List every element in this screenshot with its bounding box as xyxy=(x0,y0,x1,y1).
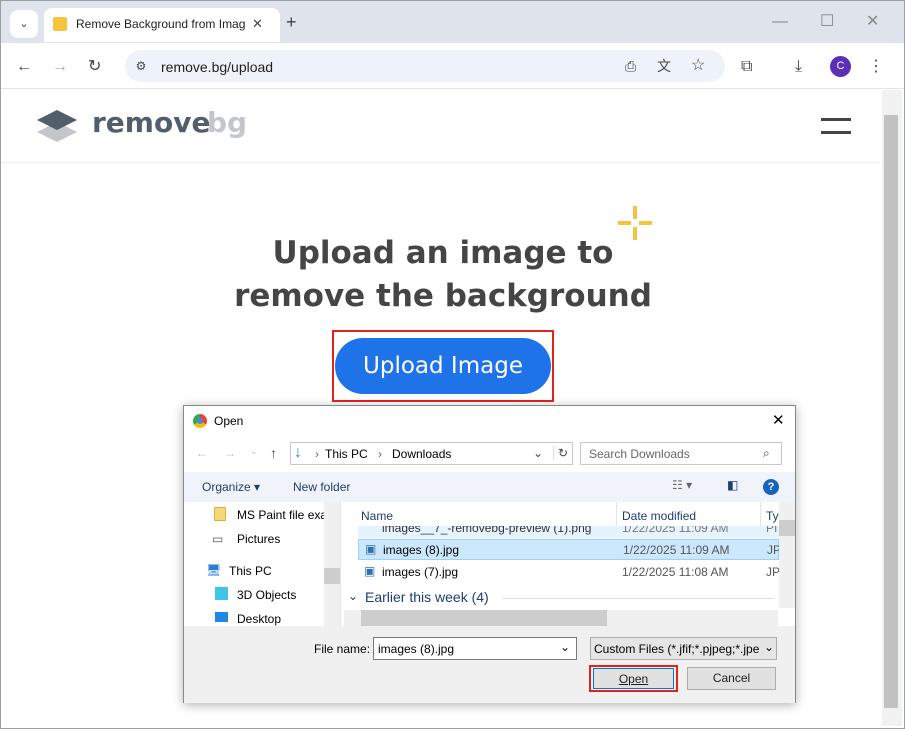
dialog-title: Open xyxy=(214,414,244,428)
nav-item-desktop[interactable]: Desktop xyxy=(237,612,281,626)
file-row[interactable]: ▣ images (7).jpg 1/22/2025 11:08 AM JP xyxy=(358,561,780,582)
path-bar[interactable]: ↓ › This PC › Downloads ⌄ ↻ xyxy=(290,442,573,465)
up-folder-icon[interactable]: ↑ xyxy=(270,445,277,461)
removebg-logo-icon xyxy=(37,110,77,142)
search-icon: ⌕ xyxy=(763,446,770,460)
logo-text-bg: bg xyxy=(207,106,248,139)
column-type[interactable]: Ty xyxy=(766,509,779,523)
page-scrollbar-thumb[interactable] xyxy=(884,115,898,708)
group-chevron-icon[interactable]: ⌄ xyxy=(348,589,358,603)
avatar[interactable]: C xyxy=(830,56,851,77)
chrome-icon xyxy=(193,414,207,428)
downloads-arrow-icon: ↓ xyxy=(294,444,302,461)
path-dropdown-icon[interactable]: ⌄ xyxy=(533,446,543,460)
breadcrumb-downloads[interactable]: Downloads xyxy=(392,447,451,461)
nav-back-icon[interactable]: ← xyxy=(196,446,208,460)
close-window-icon[interactable]: ✕ xyxy=(866,12,879,32)
open-file-dialog: Open ✕ ← → ⌄ ↑ ↓ › This PC › Downloads ⌄… xyxy=(183,405,796,703)
page-title: Upload an image to remove the background xyxy=(234,235,652,314)
column-name[interactable]: Name xyxy=(361,509,393,523)
folder-icon xyxy=(214,507,226,521)
nav-scrollbar[interactable] xyxy=(324,502,340,626)
file-name-input[interactable]: images (8).jpg ⌄ xyxy=(373,637,577,660)
file-row[interactable]: images__7_-removebg-preview (1).png 1/22… xyxy=(358,526,779,538)
search-placeholder: Search Downloads xyxy=(589,447,690,461)
bookmark-star-icon[interactable]: ☆ xyxy=(691,56,705,76)
help-icon[interactable]: ? xyxy=(763,479,779,495)
nav-item-3d-objects[interactable]: 3D Objects xyxy=(237,588,296,602)
path-separator: › xyxy=(378,447,382,461)
new-tab-icon[interactable]: + xyxy=(286,12,297,32)
tab-active[interactable]: Remove Background from Imag ✕ xyxy=(44,8,280,42)
group-header[interactable]: Earlier this week (4) xyxy=(365,589,489,605)
file-name-label: File name: xyxy=(314,642,371,656)
reload-icon[interactable]: ↻ xyxy=(88,57,101,77)
pictures-icon: ▭ xyxy=(212,532,224,546)
nav-forward-icon[interactable]: → xyxy=(224,446,236,460)
file-row-selected[interactable]: ▣ images (8).jpg 1/22/2025 11:09 AM JP xyxy=(358,539,781,560)
file-list-vscroll[interactable] xyxy=(779,502,795,608)
search-downloads-input[interactable]: Search Downloads ⌕ xyxy=(580,442,782,465)
menu-kebab-icon[interactable]: ⋮ xyxy=(868,57,884,77)
nav-item-ms-paint[interactable]: MS Paint file exa xyxy=(237,508,327,522)
close-tab-icon[interactable]: ✕ xyxy=(252,14,263,34)
view-options-icon[interactable]: ☷ ▾ xyxy=(672,478,692,492)
cancel-button[interactable]: Cancel xyxy=(687,667,776,690)
nav-item-pictures[interactable]: Pictures xyxy=(237,532,280,546)
address-bar[interactable]: ⚙ remove.bg/upload ⎙ 文 ☆ xyxy=(125,50,725,82)
image-file-icon: ▣ xyxy=(364,564,376,578)
site-info-icon[interactable]: ⚙ xyxy=(131,56,151,76)
refresh-icon[interactable]: ↻ xyxy=(553,446,568,460)
tab-search-button[interactable]: ⌄ xyxy=(10,10,38,38)
computer-icon: 🖥 xyxy=(206,563,222,577)
desktop-icon xyxy=(215,612,228,622)
hamburger-menu-icon[interactable] xyxy=(821,118,851,134)
command-bar xyxy=(184,472,795,502)
downloads-icon[interactable]: ⤓ xyxy=(795,57,802,77)
url-text: remove.bg/upload xyxy=(161,59,274,75)
install-app-icon[interactable]: ⎙ xyxy=(625,56,636,76)
translate-icon[interactable]: 文 xyxy=(657,56,671,76)
minimize-icon[interactable]: — xyxy=(772,12,788,32)
tab-title: Remove Background from Imag xyxy=(76,17,246,31)
preview-pane-icon[interactable]: ◧ xyxy=(727,478,738,492)
file-type-select[interactable]: Custom Files (*.jfif;*.pjpeg;*.jpe ⌄ xyxy=(590,637,777,660)
organize-button[interactable]: Organize ▾ xyxy=(202,480,260,494)
nav-item-this-pc[interactable]: This PC xyxy=(229,564,272,578)
logo-text: remove xyxy=(92,106,211,139)
column-date-modified[interactable]: Date modified xyxy=(622,509,696,523)
dialog-close-icon[interactable]: ✕ xyxy=(772,411,785,429)
back-icon[interactable]: ← xyxy=(16,57,32,77)
breadcrumb-this-pc[interactable]: This PC xyxy=(325,447,368,461)
open-button[interactable]: Open xyxy=(593,668,674,689)
cube-icon xyxy=(215,587,228,600)
extensions-icon[interactable]: ⧉ xyxy=(741,57,752,77)
file-list-hscroll[interactable] xyxy=(344,610,778,626)
recent-dropdown-icon[interactable]: ⌄ xyxy=(250,446,258,457)
header-divider xyxy=(1,162,881,163)
image-file-icon: ▣ xyxy=(365,542,377,556)
forward-icon[interactable]: → xyxy=(52,57,68,77)
favicon-icon xyxy=(53,17,67,31)
upload-image-button[interactable]: Upload Image xyxy=(335,338,551,394)
new-folder-button[interactable]: New folder xyxy=(293,480,350,494)
maximize-icon[interactable]: ☐ xyxy=(820,12,834,32)
path-separator: › xyxy=(315,447,319,461)
